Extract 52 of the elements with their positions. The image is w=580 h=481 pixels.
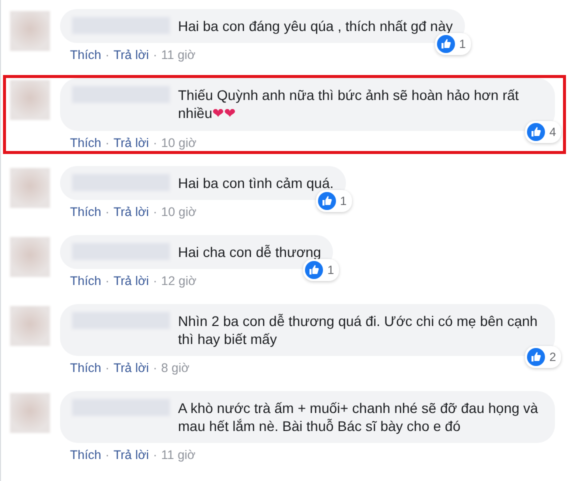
comment-text: Thiếu Quỳnh anh nữa thì bức ảnh sẽ hoàn hảo hơn rất nhiều❤❤ — [178, 86, 520, 123]
timestamp: 10 giờ — [161, 135, 196, 151]
timestamp: 11 giờ — [161, 47, 196, 63]
thumbs-up-icon — [305, 261, 324, 279]
thumbs-up-icon — [527, 348, 546, 366]
reaction-badge[interactable]: 1 — [435, 33, 471, 55]
comment-action-link[interactable]: Trả lời — [113, 360, 149, 376]
comment-action-link[interactable]: Thích — [70, 135, 102, 151]
separator-dot: · — [152, 204, 158, 220]
comment-text: A khò nước trà ấm + muối+ chanh nhé sẽ đỡ đau họng và mau hết lắm nè. Bài thuỗ Bác sĩ bày cho e đó — [178, 399, 540, 435]
separator-dot: · — [152, 447, 158, 463]
comment-action-link[interactable]: Trả lời — [113, 204, 149, 220]
timestamp: 10 giờ — [161, 204, 196, 220]
avatar[interactable] — [10, 11, 50, 51]
comment-text: Hai cha con dễ thương — [178, 243, 322, 261]
avatar[interactable] — [10, 237, 50, 277]
comment-action-link[interactable]: Thích — [70, 204, 102, 220]
comment-action-link[interactable]: Trả lời — [113, 47, 149, 63]
separator-dot: · — [152, 360, 158, 376]
timestamp: 11 giờ — [161, 447, 196, 463]
reaction-badge[interactable]: 2 — [525, 346, 561, 368]
comment-text: Hai ba con tình cảm quá. — [178, 174, 334, 192]
comment-text: Hai ba con đáng yêu qúa , thích nhất gđ này — [178, 17, 453, 35]
avatar[interactable] — [10, 306, 50, 346]
reaction-badge[interactable]: 1 — [303, 259, 340, 281]
separator-dot: · — [105, 47, 110, 63]
timestamp: 8 giờ — [161, 360, 190, 376]
separator-dot: · — [105, 204, 110, 220]
timestamp: 12 giờ — [161, 273, 196, 289]
comment-action-link[interactable]: Trả lời — [113, 273, 149, 289]
avatar[interactable] — [10, 168, 50, 208]
avatar[interactable] — [10, 80, 50, 120]
comment-action-link[interactable]: Thích — [70, 447, 102, 463]
reaction-badge[interactable]: 1 — [316, 190, 352, 212]
thumbs-up-icon — [437, 35, 456, 53]
separator-dot: · — [105, 447, 110, 463]
thumbs-up-icon — [318, 192, 336, 210]
separator-dot: · — [105, 135, 110, 151]
separator-dot: · — [152, 273, 158, 289]
thumbs-up-icon — [527, 123, 546, 141]
separator-dot: · — [152, 135, 158, 151]
comment-action-link[interactable]: Trả lời — [113, 135, 149, 151]
comment-action-link[interactable]: Trả lời — [113, 447, 149, 463]
separator-dot: · — [105, 360, 110, 376]
comment-text: Nhìn 2 ba con dễ thương quá đi. Ước chi có mẹ bên cạnh thì hay biết mấy — [178, 312, 539, 348]
comment-action-link[interactable]: Thích — [70, 273, 102, 289]
comment-action-link[interactable]: Thích — [70, 47, 102, 63]
separator-dot: · — [105, 273, 110, 289]
reaction-badge[interactable]: 4 — [525, 121, 561, 143]
avatar[interactable] — [10, 393, 50, 433]
comment-action-link[interactable]: Thích — [70, 360, 102, 376]
separator-dot: · — [152, 47, 158, 63]
